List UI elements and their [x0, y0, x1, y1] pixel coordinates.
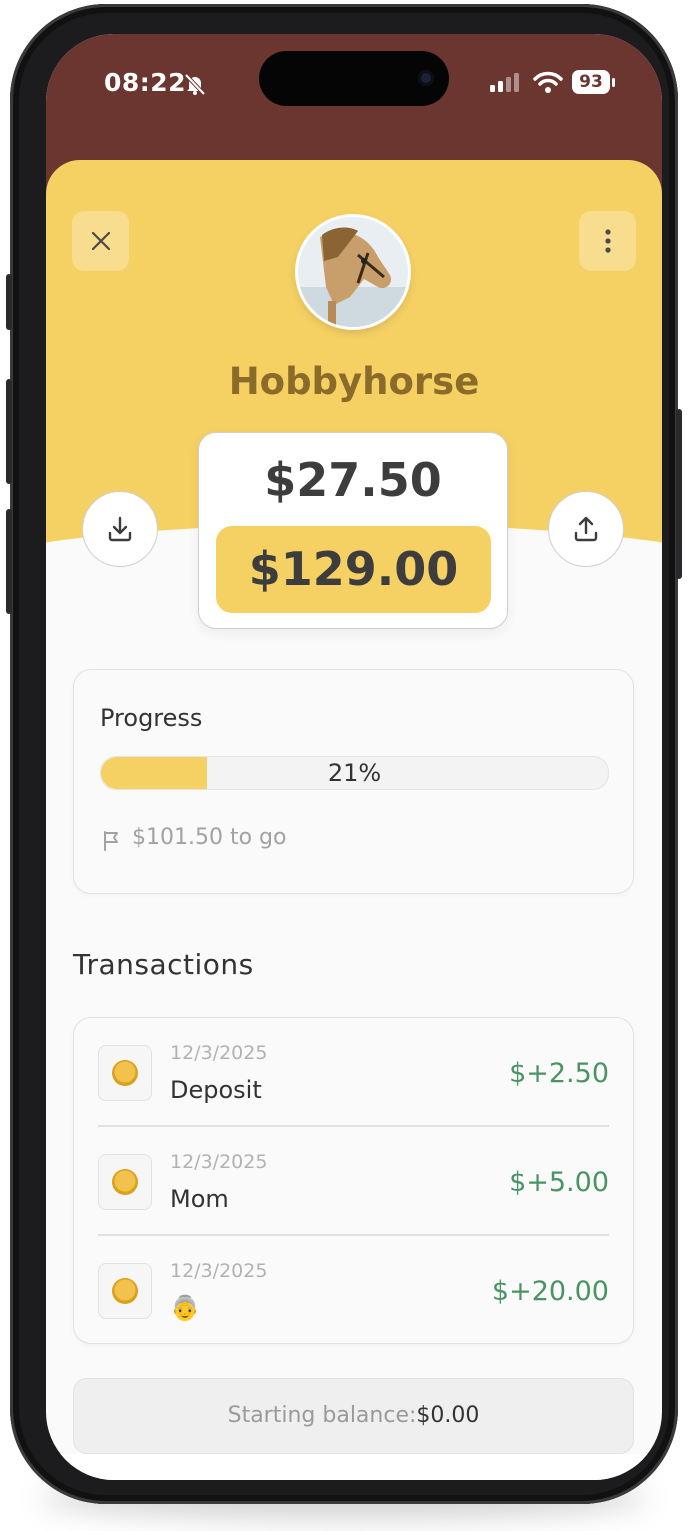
- coin-icon: [112, 1278, 138, 1304]
- battery-indicator: 93: [572, 70, 610, 94]
- starting-balance-bar: Starting balance:$0.00: [73, 1378, 634, 1454]
- status-time: 08:22: [104, 68, 187, 97]
- progress-card: Progress 21% $101.50 to go: [73, 669, 634, 894]
- volume-up-button: [6, 379, 12, 484]
- power-button: [676, 409, 682, 579]
- transaction-amount: $+5.00: [509, 1167, 609, 1198]
- transaction-description: Mom: [170, 1185, 229, 1213]
- transaction-row[interactable]: 12/3/2025 👵 $+20.00: [98, 1236, 609, 1344]
- transaction-description: Deposit: [170, 1076, 262, 1104]
- more-vertical-icon: [604, 229, 611, 253]
- close-button[interactable]: [72, 211, 129, 271]
- coin-icon-box: [98, 1045, 152, 1101]
- transaction-date: 12/3/2025: [170, 1042, 268, 1064]
- more-options-button[interactable]: [579, 211, 636, 271]
- battery-icon: [612, 78, 615, 87]
- transaction-amount: $+2.50: [509, 1058, 609, 1089]
- starting-balance-value: $0.00: [416, 1403, 480, 1428]
- wifi-icon: [533, 71, 563, 93]
- transaction-date: 12/3/2025: [170, 1260, 268, 1282]
- goal-avatar: [298, 217, 408, 327]
- bell-slash-icon: [184, 73, 206, 96]
- hobbyhorse-image: [298, 217, 408, 327]
- download-icon: [108, 516, 132, 542]
- progress-bar: 21%: [100, 756, 609, 790]
- coin-icon: [112, 1060, 138, 1086]
- signal-icon: [490, 73, 519, 92]
- coin-icon-box: [98, 1263, 152, 1319]
- withdraw-button[interactable]: [548, 491, 624, 567]
- bottom-safe-area: [46, 1454, 662, 1480]
- phone-frame: 08:22 93 Hobbyhorse $27.50 $129.00 Progr…: [6, 4, 682, 1504]
- volume-down-button: [6, 509, 12, 614]
- transactions-title: Transactions: [73, 948, 254, 981]
- transactions-card: 12/3/2025 Deposit $+2.50 12/3/2025 Mom $…: [73, 1017, 634, 1344]
- coin-icon: [112, 1169, 138, 1195]
- remaining-amount: $101.50 to go: [132, 825, 287, 850]
- upload-icon: [574, 516, 598, 542]
- target-amount: $129.00: [216, 526, 491, 613]
- transaction-row[interactable]: 12/3/2025 Deposit $+2.50: [98, 1018, 609, 1126]
- progress-label: Progress: [100, 704, 203, 732]
- front-camera: [418, 70, 434, 86]
- transaction-description: 👵: [170, 1294, 200, 1322]
- goal-title: Hobbyhorse: [228, 360, 480, 403]
- starting-balance-label: Starting balance:: [227, 1403, 417, 1428]
- app-screen: 08:22 93 Hobbyhorse $27.50 $129.00 Progr…: [46, 34, 662, 1480]
- current-amount: $27.50: [264, 453, 442, 507]
- action-button: [6, 274, 12, 330]
- progress-percent: 21%: [327, 759, 382, 787]
- deposit-button[interactable]: [82, 491, 158, 567]
- transaction-row[interactable]: 12/3/2025 Mom $+5.00: [98, 1127, 609, 1235]
- transaction-date: 12/3/2025: [170, 1151, 268, 1173]
- flag-icon: [104, 831, 118, 851]
- transaction-amount: $+20.00: [491, 1276, 609, 1307]
- coin-icon-box: [98, 1154, 152, 1210]
- amount-card[interactable]: $27.50 $129.00: [198, 432, 508, 629]
- close-icon: [91, 231, 110, 251]
